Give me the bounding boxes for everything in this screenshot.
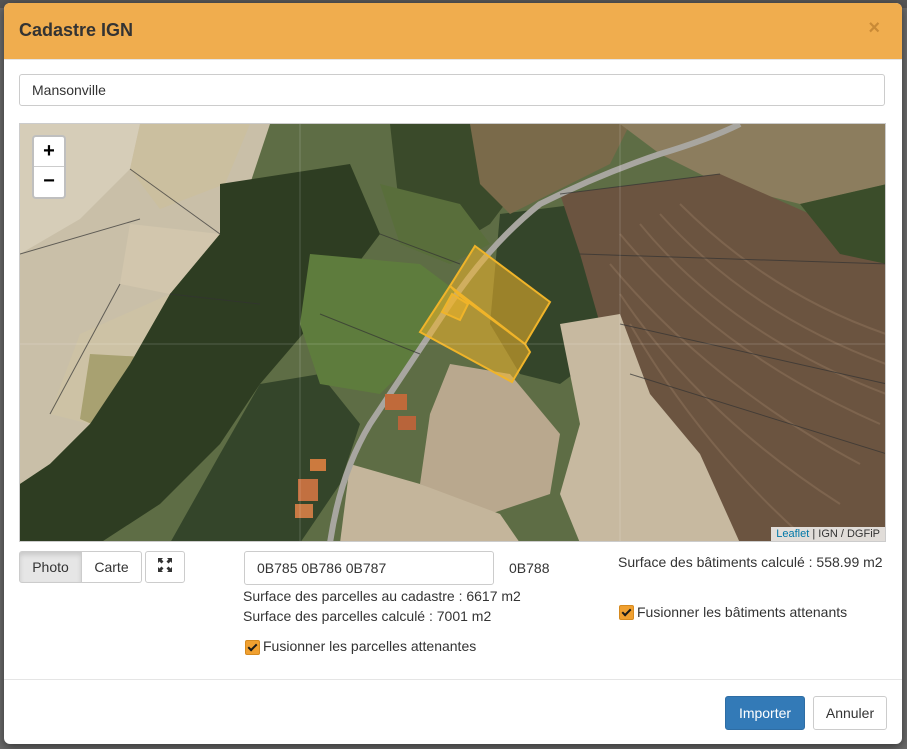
cadastre-modal: Cadastre IGN × Mansonville + − Leaflet |… bbox=[4, 3, 902, 744]
zoom-out-button[interactable]: − bbox=[34, 167, 64, 196]
photo-layer-button[interactable]: Photo bbox=[19, 551, 82, 583]
parcel-ids-input[interactable] bbox=[244, 551, 494, 585]
leaflet-link[interactable]: Leaflet bbox=[776, 528, 809, 540]
modal-header: Cadastre IGN × bbox=[4, 3, 902, 60]
map-view[interactable]: + − Leaflet | IGN / DGFiP bbox=[19, 123, 886, 542]
merge-parcels-checkbox[interactable] bbox=[245, 640, 260, 655]
import-button[interactable]: Importer bbox=[725, 696, 805, 730]
surface-cadastre-text: Surface des parcelles au cadastre : 6617… bbox=[243, 588, 521, 604]
carte-layer-button[interactable]: Carte bbox=[82, 551, 142, 583]
hover-parcel-label: 0B788 bbox=[509, 560, 550, 576]
commune-search-input[interactable] bbox=[19, 74, 885, 106]
attribution-text: | IGN / DGFiP bbox=[809, 528, 880, 540]
layer-toggle: Photo Carte bbox=[19, 551, 142, 583]
cancel-button[interactable]: Annuler bbox=[813, 696, 887, 730]
merge-buildings-checkbox[interactable] bbox=[619, 605, 634, 620]
surface-calcule-text: Surface des parcelles calculé : 7001 m2 bbox=[243, 608, 492, 624]
close-icon[interactable]: × bbox=[862, 17, 886, 39]
expand-icon[interactable] bbox=[145, 551, 185, 583]
surface-batiments-text: Surface des bâtiments calculé : 558.99 m… bbox=[618, 554, 883, 570]
zoom-control: + − bbox=[32, 135, 66, 199]
map-attribution: Leaflet | IGN / DGFiP bbox=[771, 527, 885, 541]
modal-title: Cadastre IGN bbox=[19, 20, 134, 40]
zoom-in-button[interactable]: + bbox=[34, 137, 64, 167]
footer-divider bbox=[4, 679, 902, 680]
aerial-imagery bbox=[20, 124, 885, 541]
fullscreen-glyph bbox=[158, 558, 172, 572]
merge-buildings-label: Fusionner les bâtiments attenants bbox=[637, 604, 848, 620]
merge-parcels-label: Fusionner les parcelles attenantes bbox=[263, 638, 477, 654]
